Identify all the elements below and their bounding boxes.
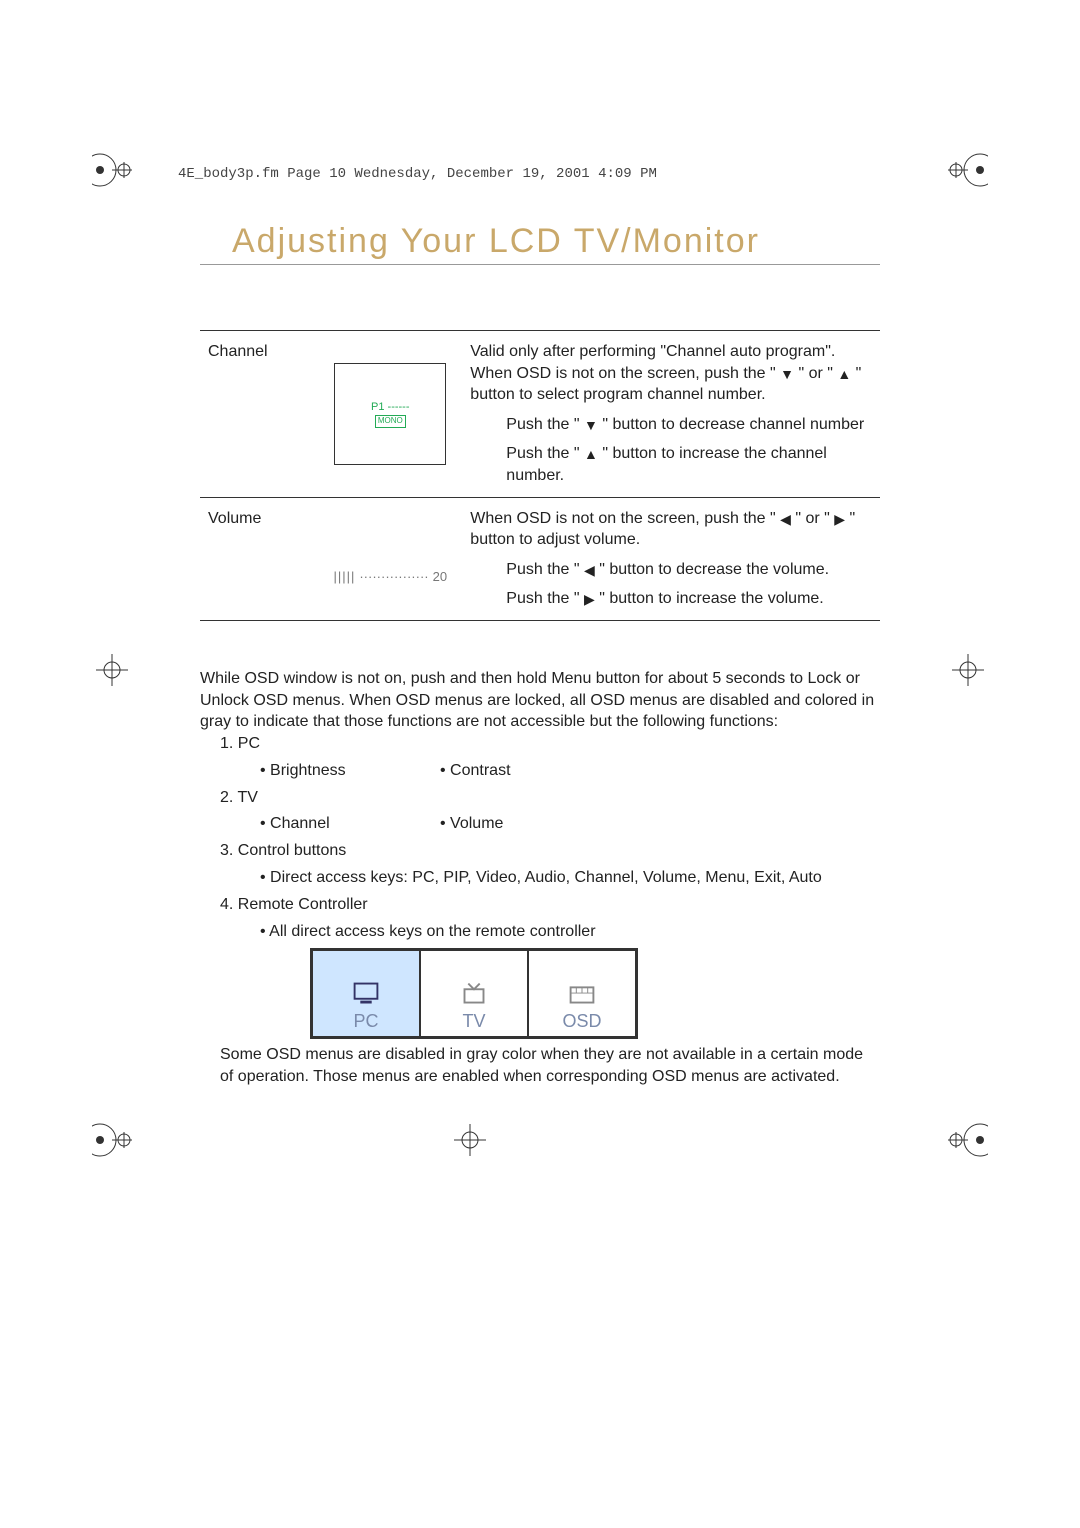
- menu-label-pc: PC: [353, 1011, 378, 1031]
- menu-cell-tv: TV: [420, 950, 528, 1038]
- list-sub: • Direct access keys: PC, PIP, Video, Au…: [220, 866, 880, 891]
- title-rule: [200, 264, 880, 265]
- reg-mark-tl: [92, 150, 132, 190]
- menu-label-osd: OSD: [562, 1011, 601, 1031]
- osd-lock-paragraph: While OSD window is not on, push and the…: [200, 668, 880, 733]
- table-row: Volume |||||················ 20 When OSD…: [200, 497, 880, 620]
- right-triangle-icon: ▶: [834, 510, 845, 529]
- reg-mark-tr: [948, 150, 988, 190]
- illus-vol-num: 20: [433, 568, 447, 586]
- row-desc-channel: Valid only after performing "Channel aut…: [462, 331, 880, 498]
- illus-channel-mono: MONO: [375, 415, 406, 428]
- table-row: Channel P1 ------ MONO Valid only after …: [200, 331, 880, 498]
- pc-icon: [347, 979, 385, 1009]
- row-illus-volume: |||||················ 20: [318, 497, 462, 620]
- page-header-line: 4E_body3p.fm Page 10 Wednesday, December…: [178, 166, 657, 182]
- list-item: 1. PC: [220, 732, 880, 757]
- list-item: 3. Control buttons: [220, 839, 880, 864]
- tv-icon: [455, 979, 493, 1009]
- list-sub: • Channel• Volume: [220, 812, 880, 837]
- illus-vol-dots: ················: [359, 568, 428, 586]
- menu-cell-pc: PC: [312, 950, 421, 1038]
- illus-channel-text: P1 ------: [371, 401, 410, 413]
- row-label-volume: Volume: [200, 497, 318, 620]
- reg-mark-bl: [92, 1120, 132, 1160]
- row-illus-channel: P1 ------ MONO: [318, 331, 462, 498]
- reg-mark-br: [948, 1120, 988, 1160]
- left-triangle-icon: ◀: [780, 510, 791, 529]
- down-triangle-icon: ▼: [584, 416, 598, 435]
- menu-cell-osd: OSD: [528, 950, 637, 1038]
- menu-label-tv: TV: [462, 1011, 485, 1031]
- controls-table: Channel P1 ------ MONO Valid only after …: [200, 330, 880, 621]
- reg-mark-mr: [948, 650, 988, 690]
- page-title: Adjusting Your LCD TV/Monitor: [232, 222, 760, 261]
- row-label-channel: Channel: [200, 331, 318, 498]
- list-item: 2. TV: [220, 786, 880, 811]
- list-item: 4. Remote Controller: [220, 893, 880, 918]
- reg-mark-ml: [92, 650, 132, 690]
- illus-vol-bars: |||||: [333, 568, 355, 586]
- trio-note: Some OSD menus are disabled in gray colo…: [220, 1044, 880, 1087]
- right-triangle-icon: ▶: [584, 590, 595, 609]
- reg-mark-bc: [450, 1120, 490, 1160]
- row-desc-volume: When OSD is not on the screen, push the …: [462, 497, 880, 620]
- left-triangle-icon: ◀: [584, 561, 595, 580]
- up-triangle-icon: ▲: [584, 445, 598, 464]
- list-sub: • All direct access keys on the remote c…: [220, 920, 880, 945]
- osd-lock-list: 1. PC • Brightness• Contrast 2. TV • Cha…: [220, 732, 880, 946]
- locked-menu-trio: PC TV OSD: [310, 948, 638, 1039]
- list-sub: • Brightness• Contrast: [220, 759, 880, 784]
- up-triangle-icon: ▲: [837, 365, 851, 384]
- osd-icon: [563, 979, 601, 1009]
- down-triangle-icon: ▼: [780, 365, 794, 384]
